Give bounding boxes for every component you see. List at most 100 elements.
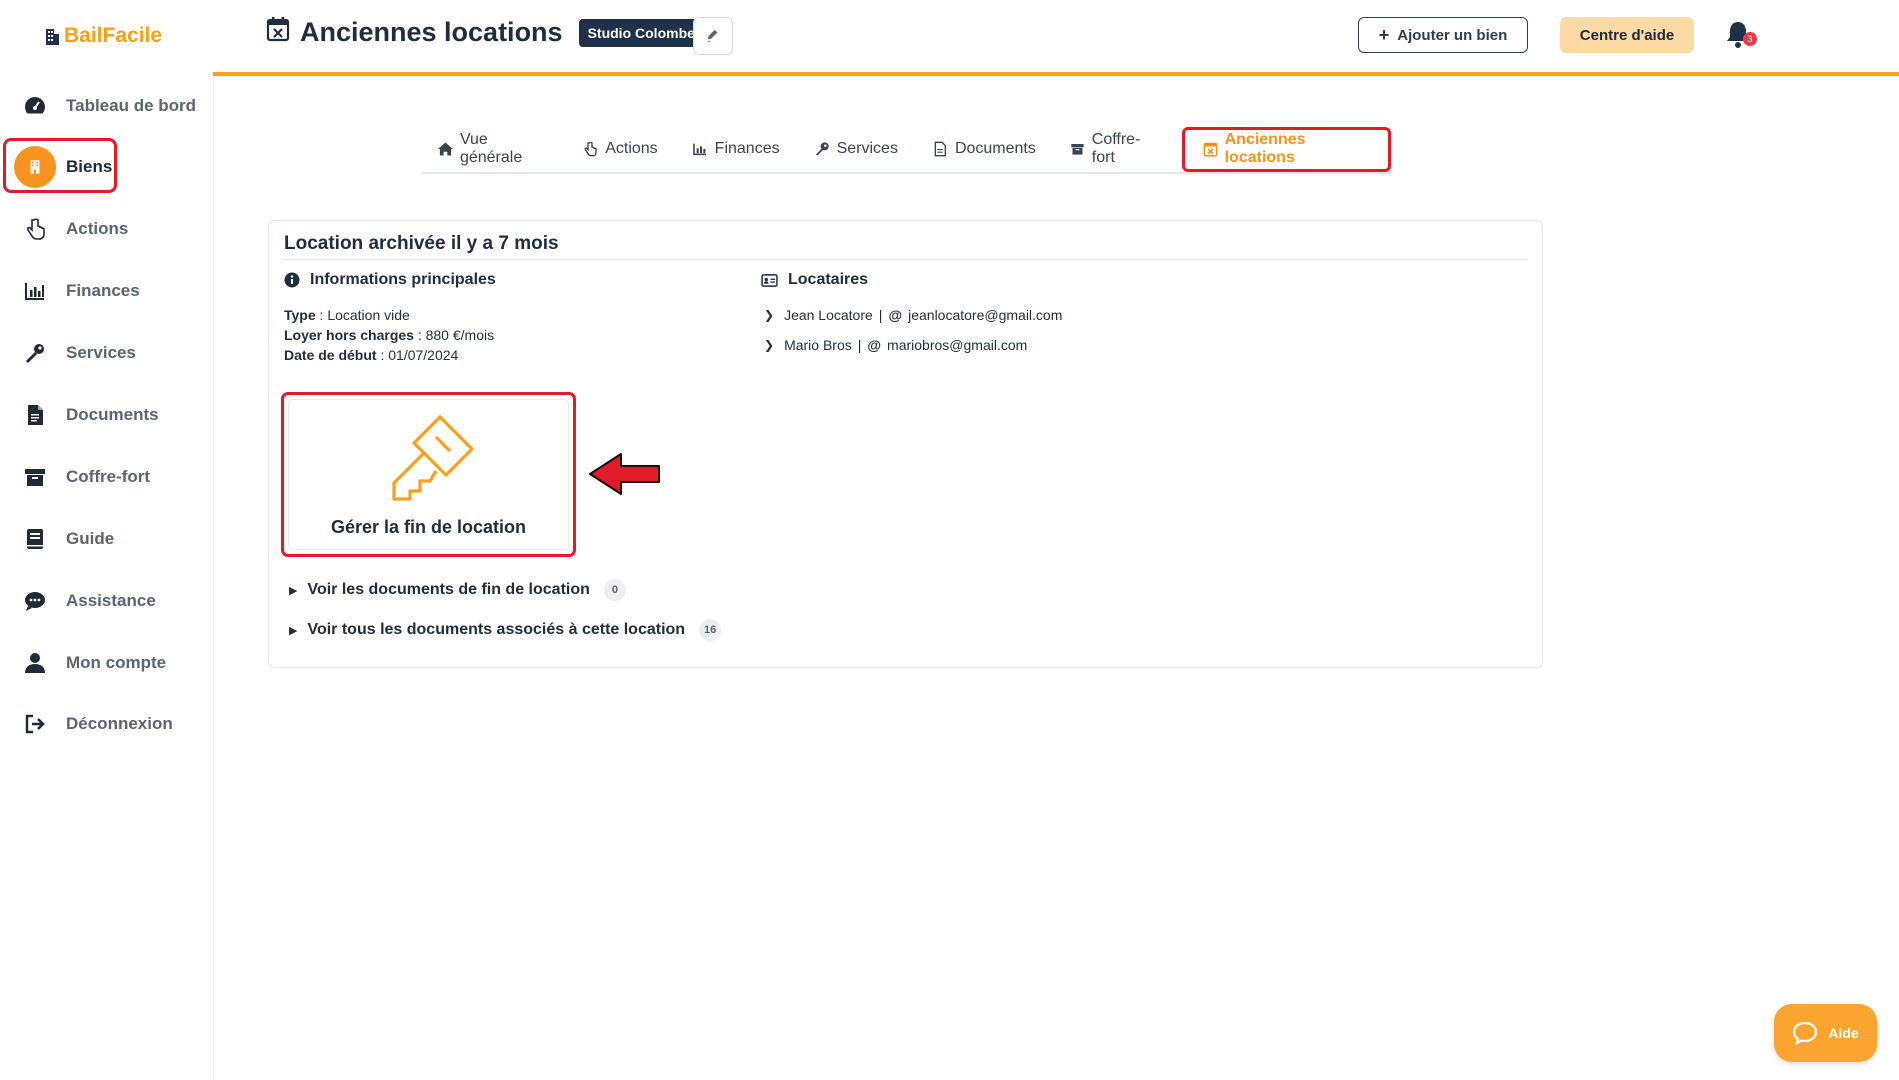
sidebar-item-label: Finances: [66, 281, 140, 300]
wrench-icon: [815, 142, 829, 156]
wrench-icon: [22, 340, 48, 366]
help-center-button[interactable]: Centre d'aide: [1560, 17, 1694, 53]
brand-name: BailFacile: [64, 24, 163, 47]
lease-rent: Loyer hors charges : 880 €/mois: [284, 327, 495, 343]
archive-icon: [22, 464, 48, 490]
at-icon: @: [867, 337, 882, 353]
sidebar-item-label: Tableau de bord: [66, 96, 197, 115]
chevron-right-icon: ❯: [764, 338, 775, 352]
rent-value: 880 €/mois: [425, 327, 495, 343]
brand-logo[interactable]: BailFacile: [44, 24, 162, 48]
bar-chart-icon: [22, 278, 48, 304]
manage-end-of-lease-button[interactable]: Gérer la fin de location: [281, 392, 576, 557]
sidebar-item-coffre-fort[interactable]: Coffre-fort: [22, 457, 150, 497]
info-title-text: Informations principales: [310, 271, 496, 288]
book-icon: [22, 526, 48, 552]
toggle-label: Voir tous les documents associés à cette…: [307, 621, 686, 638]
tenant-item: ❯ Jean Locatore | @ jeanlocatore@gmail.c…: [764, 307, 1062, 323]
page-title: Anciennes locations Studio Colombes: [266, 16, 712, 49]
page-title-text: Anciennes locations: [300, 17, 563, 47]
sidebar-item-label: Biens: [66, 157, 113, 176]
manage-end-of-lease-label: Gérer la fin de location: [330, 517, 527, 537]
tab-actions[interactable]: Actions: [565, 129, 674, 169]
sidebar-item-label: Déconnexion: [66, 714, 173, 733]
start-value: 01/07/2024: [388, 347, 459, 363]
floating-help-label: Aide: [1828, 1025, 1859, 1041]
rent-label: Loyer hors charges: [284, 327, 414, 343]
divider: [283, 259, 1528, 260]
logout-icon: [22, 711, 48, 737]
sidebar-item-biens[interactable]: Biens: [14, 146, 113, 188]
archive-icon: [1071, 144, 1084, 155]
sidebar-item-label: Guide: [66, 529, 115, 548]
tab-label: Documents: [954, 140, 1036, 157]
pencil-icon: [707, 29, 718, 42]
end-docs-count-badge: 0: [603, 579, 626, 601]
building-logo-icon: [46, 29, 59, 45]
key-icon: [392, 415, 474, 501]
file-icon: [22, 402, 48, 428]
tab-coffre-fort[interactable]: Coffre-fort: [1053, 129, 1176, 169]
plus-icon: +: [1378, 25, 1390, 45]
sidebar-item-label: Mon compte: [66, 653, 167, 672]
bar-chart-icon: [692, 143, 706, 156]
tab-label: Anciennes locations: [1224, 131, 1306, 166]
file-icon: [934, 141, 946, 157]
tenant-email[interactable]: mariobros@gmail.com: [887, 337, 1027, 353]
property-badge: Studio Colombes: [578, 18, 712, 47]
type-label: Type: [284, 307, 316, 323]
top-header: Anciennes locations Studio Colombes + Aj…: [213, 0, 1899, 76]
tab-services[interactable]: Services: [797, 129, 915, 169]
toggle-label: Voir les documents de fin de location: [307, 581, 590, 598]
chevron-right-icon: ❯: [764, 308, 775, 322]
lease-type: Type : Location vide: [284, 307, 410, 323]
sidebar-item-services[interactable]: Services: [22, 333, 136, 373]
sidebar-item-finances[interactable]: Finances: [22, 271, 140, 311]
tab-label: Actions: [605, 140, 658, 157]
start-label: Date de début: [284, 347, 377, 363]
sidebar-item-actions[interactable]: Actions: [22, 209, 128, 249]
tab-label: Vue générale: [459, 131, 523, 166]
add-property-button[interactable]: + Ajouter un bien: [1358, 17, 1528, 53]
sidebar-item-documents[interactable]: Documents: [22, 395, 159, 435]
sidebar-item-label: Assistance: [66, 591, 156, 610]
notification-count-badge: 3: [1743, 32, 1757, 46]
sidebar-item-guide[interactable]: Guide: [22, 519, 114, 559]
all-docs-count-badge: 16: [699, 619, 722, 641]
id-card-icon: [761, 273, 778, 287]
tab-vue-generale[interactable]: Vue générale: [421, 129, 565, 169]
tenants-title-text: Locataires: [788, 271, 869, 288]
end-of-lease-documents-toggle[interactable]: ▶ Voir les documents de fin de location …: [289, 579, 626, 601]
calendar-x-icon: [1203, 142, 1218, 157]
calendar-x-icon: [266, 16, 290, 49]
sidebar-item-assistance[interactable]: Assistance: [22, 581, 156, 621]
sidebar-item-mon-compte[interactable]: Mon compte: [22, 643, 166, 683]
chat-bubble-icon: [1793, 1021, 1818, 1045]
info-circle-icon: [284, 272, 300, 288]
home-icon: [438, 142, 453, 156]
archived-lease-card: Location archivée il y a 7 mois Informat…: [268, 220, 1543, 668]
tab-documents[interactable]: Documents: [915, 129, 1053, 169]
hand-pointer-icon: [584, 141, 597, 157]
tab-label: Coffre-fort: [1091, 131, 1141, 166]
sidebar-item-deconnexion[interactable]: Déconnexion: [22, 704, 173, 744]
tab-finances[interactable]: Finances: [675, 129, 797, 169]
tenant-name: Jean Locatore: [784, 307, 873, 323]
red-arrow-icon: [589, 453, 660, 495]
all-lease-documents-toggle[interactable]: ▶ Voir tous les documents associés à cet…: [289, 619, 722, 641]
floating-help-button[interactable]: Aide: [1774, 1004, 1877, 1062]
tab-bar: Vue générale Actions Finances Services D…: [421, 126, 1392, 174]
sidebar-item-tableau-de-bord[interactable]: Tableau de bord: [22, 86, 196, 126]
tenant-email[interactable]: jeanlocatore@gmail.com: [908, 307, 1062, 323]
caret-right-icon: ▶: [289, 584, 298, 597]
separator: |: [878, 307, 883, 323]
dashboard-icon: [22, 93, 48, 119]
sidebar-item-label: Coffre-fort: [66, 467, 151, 486]
separator: |: [857, 337, 862, 353]
tenants-section-title: Locataires: [761, 271, 868, 289]
building-icon: [14, 146, 56, 188]
caret-right-icon: ▶: [289, 624, 298, 637]
edit-button[interactable]: [693, 17, 733, 55]
at-icon: @: [888, 307, 903, 323]
tab-anciennes-locations[interactable]: Anciennes locations: [1181, 126, 1392, 172]
